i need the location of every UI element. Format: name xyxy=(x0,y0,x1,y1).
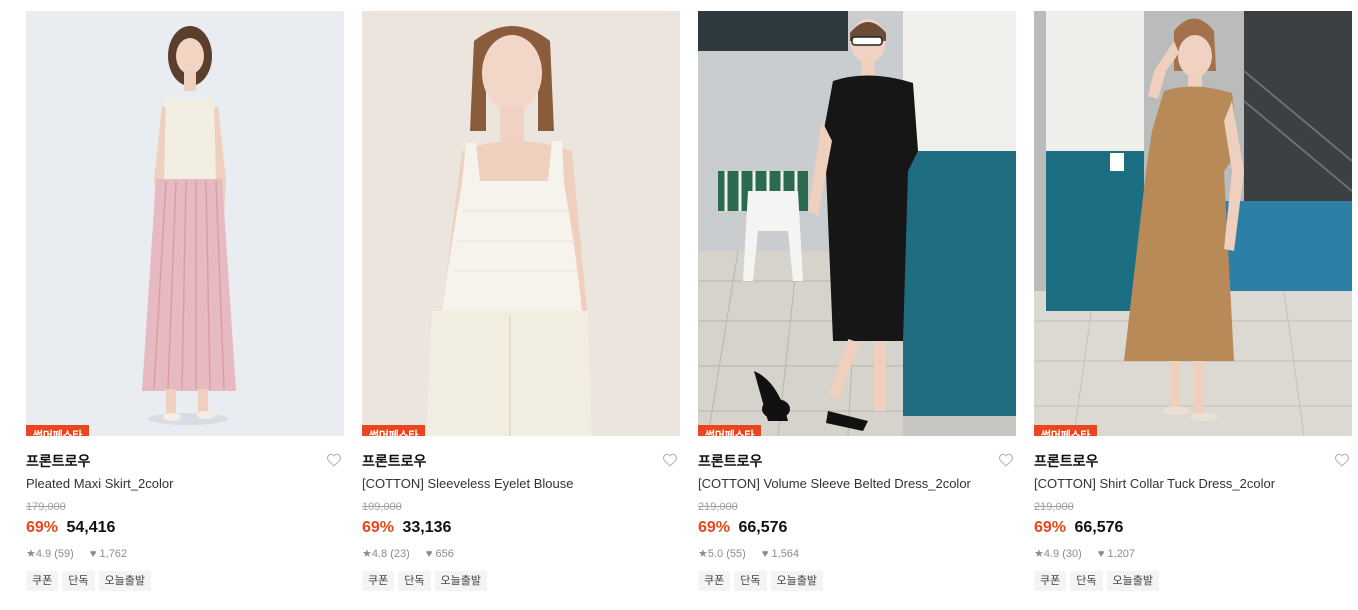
tag-same-day-shipping: 오늘출발 xyxy=(770,571,823,591)
tag-coupon: 쿠폰 xyxy=(1034,571,1067,591)
tag-same-day-shipping: 오늘출발 xyxy=(434,571,487,591)
heart-icon[interactable] xyxy=(998,452,1014,468)
promo-badge: 썸머페스타 xyxy=(1034,425,1098,436)
product-name[interactable]: Pleated Maxi Skirt_2color xyxy=(26,475,344,493)
original-price: 219,000 xyxy=(698,501,738,513)
star-icon: ★ xyxy=(1034,548,1044,560)
like-count: 1,762 xyxy=(99,548,128,560)
heart-icon[interactable] xyxy=(326,452,342,468)
original-price: 219,000 xyxy=(1034,501,1074,513)
tag-coupon: 쿠폰 xyxy=(26,571,59,591)
product-name[interactable]: [COTTON] Volume Sleeve Belted Dress_2col… xyxy=(698,475,1016,493)
product-name[interactable]: [COTTON] Sleeveless Eyelet Blouse xyxy=(362,475,680,493)
promo-badge: 썸머페스타 xyxy=(698,425,762,436)
brand-name[interactable]: 프론트로우 xyxy=(1034,451,1352,471)
discount-rate: 69% xyxy=(362,519,395,536)
sale-price: 66,576 xyxy=(1074,519,1124,536)
product-card[interactable]: 썸머페스타 프론트로우 [COTTON] Volume Sleeve Belte… xyxy=(698,11,1016,591)
like-icon: ♥ xyxy=(425,548,433,560)
star-icon: ★ xyxy=(362,548,372,560)
discount-rate: 69% xyxy=(698,519,731,536)
tag-exclusive: 단독 xyxy=(62,571,95,591)
product-grid: 썸머페스타 프론트로우 Pleated Maxi Skirt_2color 17… xyxy=(0,0,1358,610)
heart-icon[interactable] xyxy=(662,452,678,468)
product-image[interactable]: 썸머페스타 xyxy=(362,11,680,436)
tag-same-day-shipping: 오늘출발 xyxy=(1106,571,1159,591)
star-icon: ★ xyxy=(26,548,36,560)
brand-name[interactable]: 프론트로우 xyxy=(362,451,680,471)
sale-price: 54,416 xyxy=(66,519,116,536)
rating: 4.9 xyxy=(35,548,52,560)
original-price: 179,000 xyxy=(26,501,66,513)
product-image[interactable]: 썸머페스타 xyxy=(26,11,344,436)
rating: 4.9 xyxy=(1043,548,1060,560)
sale-price: 66,576 xyxy=(738,519,788,536)
tag-coupon: 쿠폰 xyxy=(698,571,731,591)
rating: 4.8 xyxy=(371,548,388,560)
like-icon: ♥ xyxy=(1097,548,1105,560)
original-price: 109,000 xyxy=(362,501,402,513)
review-count: (55) xyxy=(726,548,746,560)
tag-exclusive: 단독 xyxy=(734,571,767,591)
tag-exclusive: 단독 xyxy=(398,571,431,591)
product-card[interactable]: 썸머페스타 프론트로우 Pleated Maxi Skirt_2color 17… xyxy=(26,11,344,591)
promo-badge: 썸머페스타 xyxy=(362,425,426,436)
heart-icon[interactable] xyxy=(1334,452,1350,468)
star-icon: ★ xyxy=(698,548,708,560)
tag-same-day-shipping: 오늘출발 xyxy=(98,571,151,591)
like-count: 1,207 xyxy=(1107,548,1136,560)
discount-rate: 69% xyxy=(1034,519,1067,536)
review-count: (30) xyxy=(1062,548,1082,560)
product-card[interactable]: 썸머페스타 프론트로우 [COTTON] Sleeveless Eyelet B… xyxy=(362,11,680,591)
like-icon: ♥ xyxy=(761,548,769,560)
product-card[interactable]: 썸머페스타 프론트로우 [COTTON] Shirt Collar Tuck D… xyxy=(1034,11,1352,591)
discount-rate: 69% xyxy=(26,519,59,536)
promo-badge: 썸머페스타 xyxy=(26,425,90,436)
review-count: (59) xyxy=(54,548,74,560)
like-count: 1,564 xyxy=(771,548,800,560)
review-count: (23) xyxy=(390,548,410,560)
like-icon: ♥ xyxy=(89,548,97,560)
product-image[interactable]: 썸머페스타 xyxy=(1034,11,1352,436)
product-name[interactable]: [COTTON] Shirt Collar Tuck Dress_2color xyxy=(1034,475,1352,493)
rating: 5.0 xyxy=(707,548,724,560)
tag-exclusive: 단독 xyxy=(1070,571,1103,591)
tag-coupon: 쿠폰 xyxy=(362,571,395,591)
like-count: 656 xyxy=(435,548,454,560)
product-image[interactable]: 썸머페스타 xyxy=(698,11,1016,436)
sale-price: 33,136 xyxy=(402,519,452,536)
brand-name[interactable]: 프론트로우 xyxy=(26,451,344,471)
brand-name[interactable]: 프론트로우 xyxy=(698,451,1016,471)
